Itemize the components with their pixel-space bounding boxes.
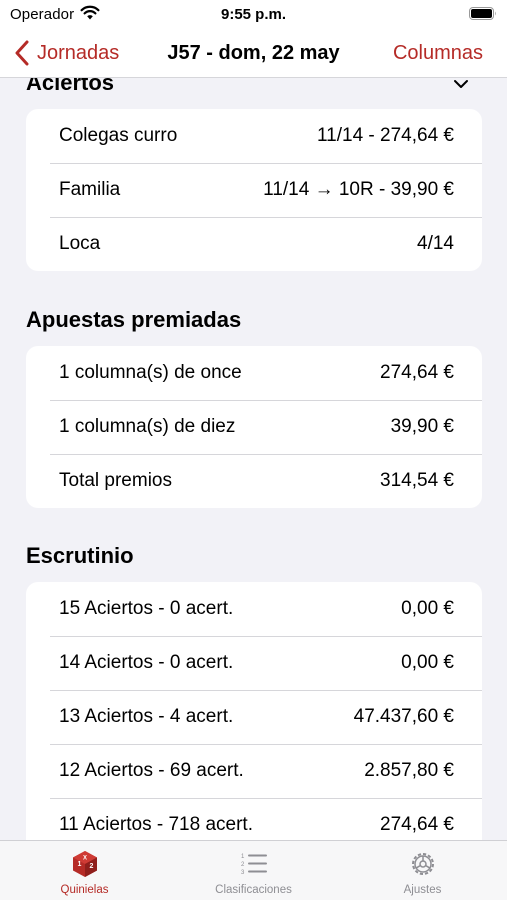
svg-text:2: 2 [89,863,93,870]
list-item[interactable]: 13 Aciertos - 4 acert. 47.437,60 € [26,690,482,744]
content-scroll[interactable]: Aciertos Colegas curro 11/14 - 274,64 € … [0,78,507,840]
row-label: 11 Aciertos - 718 acert. [59,814,253,835]
row-label: Total premios [59,470,172,491]
section-title-escrutinio: Escrutinio [26,543,134,568]
tab-label: Ajustes [403,884,442,896]
section-title-aciertos: Aciertos [26,78,115,95]
chevron-left-icon [15,40,29,66]
row-value: 0,00 € [401,652,454,673]
screen: Operador 9:55 p.m. Jornadas J57 - dom, 2… [0,0,507,900]
row-label: 13 Aciertos - 4 acert. [59,706,234,727]
aciertos-card: Colegas curro 11/14 - 274,64 € Familia 1… [26,109,482,271]
row-label: 1 columna(s) de diez [59,416,236,437]
row-value: 11/14 - 274,64 € [317,125,454,146]
row-value: 274,64 € [380,814,454,835]
tab-ajustes[interactable]: Ajustes [338,841,507,900]
row-value: 39,90 € [390,416,454,437]
row-value: 2.857,80 € [364,760,454,781]
tab-quinielas[interactable]: 1 X 2 Quinielas [0,841,169,900]
battery-icon [469,7,496,20]
list-item[interactable]: Colegas curro 11/14 - 274,64 € [26,109,482,163]
apuestas-card: 1 columna(s) de once 274,64 € 1 columna(… [26,346,482,508]
navigation-bar: Jornadas J57 - dom, 22 may Columnas [0,28,507,78]
list-item[interactable]: 1 columna(s) de diez 39,90 € [26,400,482,454]
svg-text:X: X [83,856,87,862]
status-time: 9:55 p.m. [220,6,287,23]
row-value: 314,54 € [380,470,454,491]
row-value: 0,00 € [401,598,454,619]
list-item[interactable]: 11 Aciertos - 718 acert. 274,64 € [26,798,482,840]
list-item[interactable]: 1 columna(s) de once 274,64 € [26,346,482,400]
list-item[interactable]: 12 Aciertos - 69 acert. 2.857,80 € [26,744,482,798]
row-label: 14 Aciertos - 0 acert. [59,652,234,673]
list-item[interactable]: Total premios 314,54 € [26,454,482,508]
row-label: 15 Aciertos - 0 acert. [59,598,234,619]
list-item[interactable]: 15 Aciertos - 0 acert. 0,00 € [26,582,482,636]
quinielas-icon: 1 X 2 [72,851,97,877]
row-value: 11/14 → 10R - 39,90 € [263,179,454,200]
numbered-list-icon: 1 2 3 [241,854,267,876]
back-button-label: Jornadas [37,41,120,64]
tab-label: Quinielas [60,884,109,896]
row-value: 4/14 [417,233,454,254]
svg-text:1: 1 [77,861,81,868]
chevron-down-icon[interactable] [453,78,469,90]
back-button[interactable]: Jornadas [14,38,119,68]
row-label: Colegas curro [59,125,178,146]
tab-clasificaciones[interactable]: 1 2 3 Clasificaciones [169,841,338,900]
list-item[interactable]: Loca 4/14 [26,217,482,271]
tab-label: Clasificaciones [215,884,292,896]
escrutinio-card: 15 Aciertos - 0 acert. 0,00 € 14 Acierto… [26,582,482,840]
status-bar: Operador 9:55 p.m. [0,0,507,28]
svg-text:1: 1 [241,854,245,860]
row-label: Familia [59,179,121,200]
gear-icon [411,853,434,875]
row-label: 12 Aciertos - 69 acert. [59,760,244,781]
tab-bar: 1 X 2 Quinielas 1 2 3 Clasificaciones Aj… [0,840,507,900]
row-value: 47.437,60 € [353,706,454,727]
row-label: 1 columna(s) de once [59,362,242,383]
row-label: Loca [59,233,101,254]
columnas-button[interactable]: Columnas [393,42,483,65]
row-value: 274,64 € [380,362,454,383]
list-item[interactable]: 14 Aciertos - 0 acert. 0,00 € [26,636,482,690]
svg-text:2: 2 [241,862,245,868]
section-title-apuestas: Apuestas premiadas [26,307,242,332]
svg-text:3: 3 [241,870,245,876]
list-item[interactable]: Familia 11/14 → 10R - 39,90 € [26,163,482,217]
